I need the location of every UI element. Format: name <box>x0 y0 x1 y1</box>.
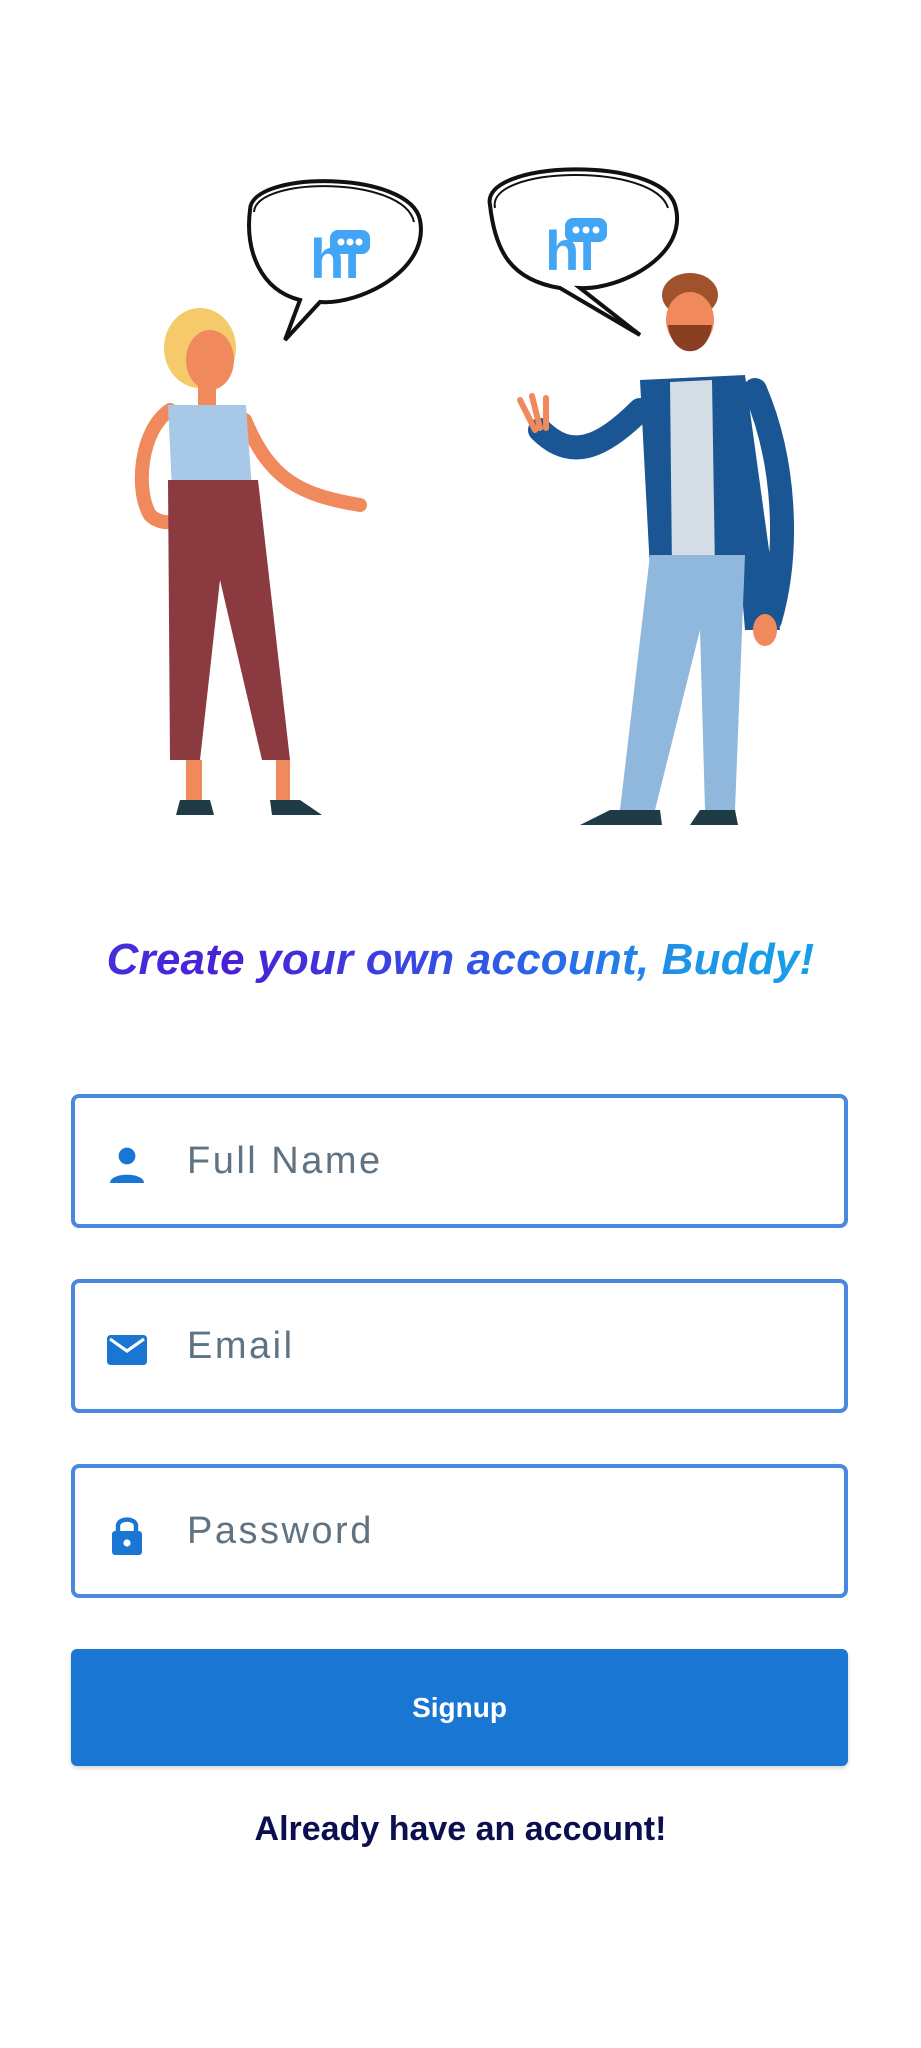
email-input[interactable] <box>187 1283 824 1409</box>
signup-button[interactable]: Signup <box>71 1649 848 1766</box>
greeting-illustration: hi hi <box>134 167 794 825</box>
person-icon <box>103 1141 151 1189</box>
password-field[interactable] <box>71 1464 848 1598</box>
page-title: Create your own account, Buddy! <box>0 930 921 990</box>
login-link[interactable]: Already have an account! <box>0 1810 921 1849</box>
page-title-text: Create your own account, Buddy! <box>106 935 815 984</box>
woman-figure <box>134 308 367 815</box>
speech-bubble-right: hi <box>487 167 679 337</box>
full-name-input[interactable] <box>187 1098 824 1224</box>
speech-bubble-left: hi <box>247 179 423 342</box>
password-input[interactable] <box>187 1468 824 1594</box>
man-figure <box>517 273 794 825</box>
email-field[interactable] <box>71 1279 848 1413</box>
lock-icon <box>103 1511 151 1559</box>
envelope-icon <box>103 1326 151 1374</box>
full-name-field[interactable] <box>71 1094 848 1228</box>
